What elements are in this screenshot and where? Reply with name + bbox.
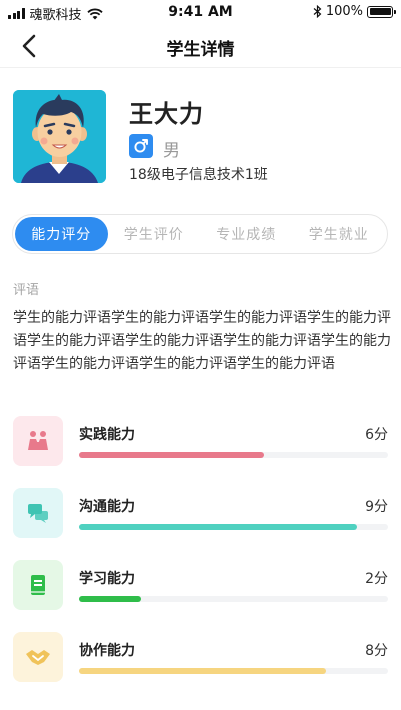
gender-label: 男	[163, 141, 180, 161]
skill-progress-track	[79, 524, 388, 530]
comment-label: 评语	[13, 283, 40, 298]
skill-name: 实践能力	[79, 427, 135, 443]
skill-row: 实践能力 6分	[13, 416, 388, 466]
skill-row: 协作能力 8分	[13, 632, 388, 682]
book-icon	[13, 560, 63, 610]
skill-name: 沟通能力	[79, 499, 135, 515]
skill-progress-track	[79, 452, 388, 458]
tab-ability-score[interactable]: 能力评分	[15, 217, 108, 251]
skill-progress-fill	[79, 452, 265, 458]
skill-name: 协作能力	[79, 643, 135, 659]
skill-score: 9分	[365, 499, 388, 515]
page-title: 学生详情	[166, 40, 235, 60]
class-label: 18级电子信息技术1班	[129, 167, 268, 183]
battery-percent: 100%	[325, 4, 363, 19]
skill-progress-track	[79, 596, 388, 602]
tab-major-grades[interactable]: 专业成绩	[200, 217, 293, 251]
skill-row: 学习能力 2分	[13, 560, 388, 610]
tab-bar: 能力评分 学生评价 专业成绩 学生就业	[12, 214, 388, 254]
handshake-icon	[13, 632, 63, 682]
skill-progress-fill	[79, 596, 141, 602]
battery-icon	[367, 5, 396, 18]
tab-student-review[interactable]: 学生评价	[108, 217, 201, 251]
people-icon	[13, 416, 63, 466]
tab-employment[interactable]: 学生就业	[293, 217, 386, 251]
status-bar: 魂歌科技 9:41 AM 100%	[0, 0, 401, 24]
skill-score: 6分	[365, 427, 388, 443]
skill-name: 学习能力	[79, 571, 135, 587]
skill-progress-track	[79, 668, 388, 674]
skill-score: 2分	[365, 571, 388, 587]
skill-progress-fill	[79, 524, 358, 530]
chat-icon	[13, 488, 63, 538]
comment-text: 学生的能力评语学生的能力评语学生的能力评语学生的能力评语学生的能力评语学生的能力…	[13, 310, 391, 372]
skill-score: 8分	[365, 643, 388, 659]
nav-bar: 学生详情	[0, 24, 401, 68]
student-name: 王大力	[129, 100, 204, 128]
skill-row: 沟通能力 9分	[13, 488, 388, 538]
male-icon	[129, 134, 153, 158]
status-right: 100%	[313, 4, 396, 19]
avatar	[13, 90, 106, 183]
skill-progress-fill	[79, 668, 327, 674]
student-avatar-image	[13, 90, 106, 183]
bluetooth-icon	[313, 5, 322, 18]
